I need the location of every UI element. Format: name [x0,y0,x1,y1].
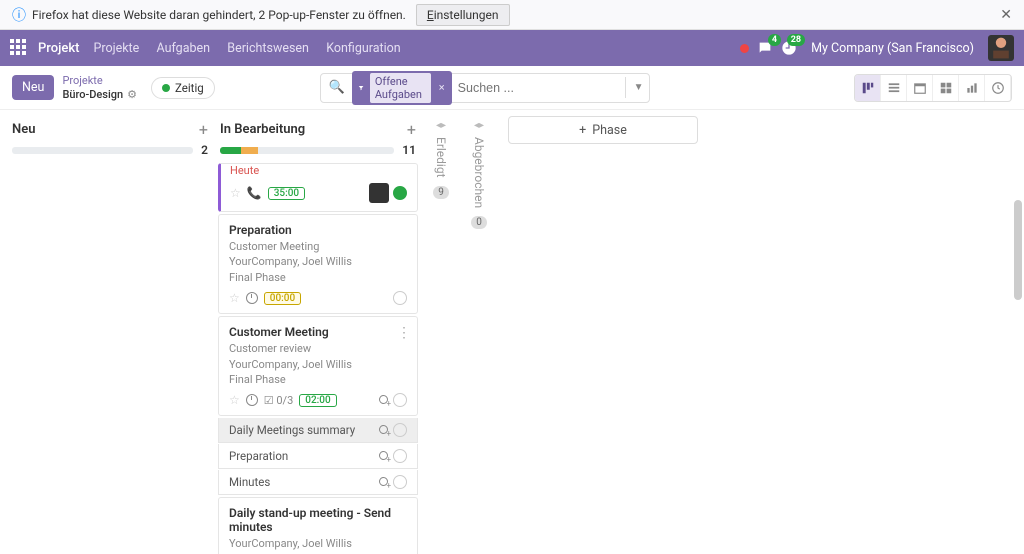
menu-konfiguration[interactable]: Konfiguration [326,41,401,56]
subtask-row[interactable]: Preparation [218,444,418,469]
new-button[interactable]: Neu [12,75,54,100]
column-in-bearbeitung: In Bearbeitung + 11 Heute ☆ 📞 35:00 [218,116,418,554]
company-name[interactable]: My Company (San Francisco) [811,41,974,56]
card-menu-icon[interactable]: ⋮ [397,325,411,341]
time-pill: 35:00 [268,187,305,200]
star-icon[interactable]: ☆ [229,393,240,407]
star-icon[interactable]: ☆ [229,291,240,305]
view-list[interactable] [881,75,907,101]
status-circle[interactable] [393,423,407,437]
status-circle[interactable] [393,291,407,305]
project-settings-icon[interactable]: ⚙ [127,88,137,101]
phone-icon[interactable]: 📞 [247,186,262,200]
add-assignee-icon[interactable] [378,425,389,436]
plus-icon: + [579,123,586,138]
clock-icon[interactable] [246,394,258,406]
activity-badge: 28 [787,34,805,46]
app-brand[interactable]: Projekt [38,41,79,56]
task-card[interactable]: Daily stand-up meeting - Send minutes Yo… [218,497,418,554]
control-bar: Neu Projekte Büro-Design ⚙ Zeitig 🔍 Offe… [0,66,1024,110]
expand-icon[interactable]: ◂▸ [436,120,446,131]
menu-projekte[interactable]: Projekte [93,41,139,56]
chat-icon[interactable]: 4 [757,40,773,56]
breadcrumb: Projekte Büro-Design ⚙ [62,74,137,100]
view-kanban[interactable] [855,75,881,101]
subtask-row[interactable]: Minutes [218,470,418,495]
filter-remove-icon[interactable]: × [434,81,450,94]
column-add-icon[interactable]: + [407,120,416,139]
menu-berichtswesen[interactable]: Berichtswesen [227,41,309,56]
search-box: 🔍 Offene Aufgaben × ▼ [320,73,650,103]
star-icon[interactable]: ☆ [230,186,241,200]
record-indicator[interactable] [740,44,749,53]
time-pill: 02:00 [299,394,336,407]
status-circle[interactable] [393,393,407,407]
add-phase-button[interactable]: + Phase [508,116,698,144]
search-input[interactable] [452,81,625,95]
column-add-icon[interactable]: + [199,120,208,139]
scrollbar[interactable] [1014,200,1022,300]
column-title[interactable]: In Bearbeitung [220,122,305,137]
task-card[interactable]: ⋮ Customer Meeting Customer review YourC… [218,316,418,416]
breadcrumb-current: Büro-Design [62,88,123,101]
column-title[interactable]: Neu [12,122,35,137]
column-neu: Neu + 2 [10,116,210,163]
add-assignee-icon[interactable] [378,395,389,406]
search-dropdown[interactable]: ▼ [625,77,652,98]
subtask-row[interactable]: Daily Meetings summary [218,418,418,443]
popup-settings-button[interactable]: EEinstellungeninstellungen [416,4,510,26]
status-circle[interactable] [393,449,407,463]
column-collapsed-abgebrochen[interactable]: ◂▸ Abgebrochen 0 [464,116,494,229]
column-collapsed-erledigt[interactable]: ◂▸ Erledigt 9 [426,116,456,199]
chat-badge: 4 [768,34,781,46]
filter-chip[interactable]: Offene Aufgaben × [352,71,452,105]
info-icon: ⓘ [12,5,26,25]
search-icon[interactable]: 🔍 [321,80,351,95]
task-card[interactable]: Preparation Customer Meeting YourCompany… [218,214,418,314]
column-count: 2 [201,143,208,157]
status-dot-icon [162,84,170,92]
today-label: Heute [230,164,407,177]
expand-icon[interactable]: ◂▸ [474,120,484,131]
assignee-avatar[interactable] [369,183,389,203]
view-graph[interactable] [959,75,985,101]
column-count: 11 [402,143,416,157]
menu-aufgaben[interactable]: Aufgaben [157,41,211,56]
task-card[interactable]: Heute ☆ 📞 35:00 [218,163,418,212]
popup-text: Firefox hat diese Website daran gehinder… [32,8,406,22]
topbar: Projekt Projekte Aufgaben Berichtswesen … [0,30,1024,66]
user-avatar[interactable] [988,35,1014,61]
status-circle[interactable] [393,186,407,200]
view-activity[interactable] [985,75,1011,101]
checklist-count: ☑ 0/3 [264,394,294,407]
add-assignee-icon[interactable] [378,477,389,488]
activity-icon[interactable]: 28 [781,40,797,56]
view-calendar[interactable] [907,75,933,101]
firefox-popup-bar: ⓘ Firefox hat diese Website daran gehind… [0,0,1024,30]
column-progress [220,147,394,154]
status-circle[interactable] [393,475,407,489]
time-pill: 00:00 [264,292,301,305]
view-switcher [854,74,1012,102]
status-chip[interactable]: Zeitig [151,77,215,99]
kanban-board: Neu + 2 In Bearbeitung + 11 Heute ☆ [0,110,1024,554]
column-progress [12,147,193,154]
breadcrumb-parent[interactable]: Projekte [62,74,137,87]
add-assignee-icon[interactable] [378,451,389,462]
apps-icon[interactable] [10,39,28,57]
clock-icon[interactable] [246,292,258,304]
top-menu: Projekte Aufgaben Berichtswesen Konfigur… [93,41,414,56]
popup-close-icon[interactable]: ✕ [1000,7,1012,23]
view-pivot[interactable] [933,75,959,101]
